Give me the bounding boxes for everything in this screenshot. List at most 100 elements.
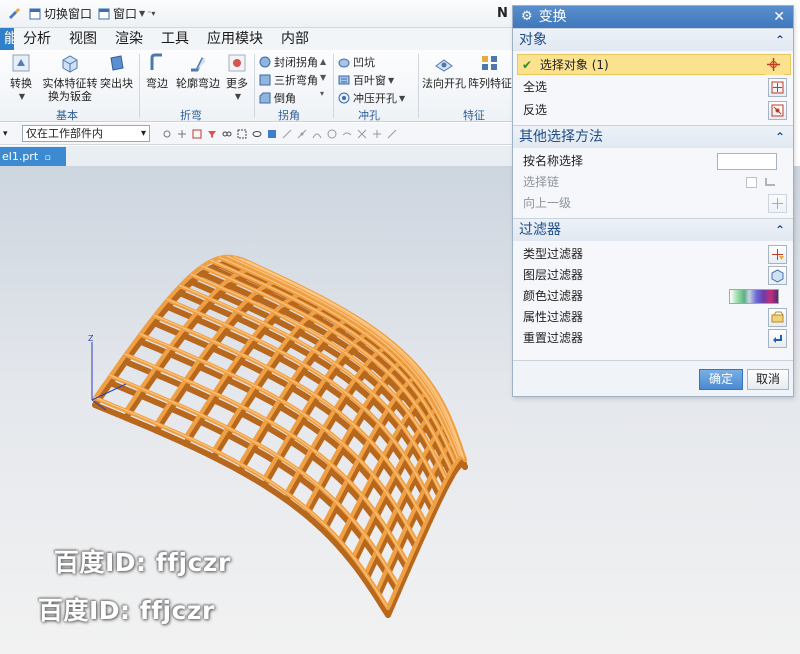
ok-button[interactable]: 确定: [699, 369, 743, 390]
layer-filter-icon[interactable]: [768, 266, 787, 285]
rectangle-select-icon[interactable]: [237, 129, 247, 139]
solid-to-sheetmetal-label-2: 换为钣金: [48, 90, 92, 103]
select-chain-checkbox[interactable]: [746, 177, 757, 188]
normal-cutout-button[interactable]: 法向开孔: [422, 52, 466, 90]
solid-to-sheetmetal-button[interactable]: 实体特征转 换为钣金: [42, 52, 98, 103]
contour-flange-button[interactable]: 轮廓弯边: [176, 52, 220, 90]
attribute-filter-row[interactable]: 属性过滤器: [513, 307, 793, 328]
group-separator: [139, 54, 140, 118]
dialog-title-bar[interactable]: ⚙ 变换 ✕: [513, 6, 793, 28]
select-region-icon[interactable]: [192, 129, 202, 139]
other-methods-header[interactable]: 其他选择方法 ⌃: [513, 126, 793, 148]
solid-body-icon[interactable]: [267, 129, 277, 139]
corner-gallery-scroll[interactable]: ▲ ▼ ▾: [320, 54, 326, 102]
window-menu-label: 窗口: [113, 7, 138, 21]
show-hide-icon[interactable]: [252, 129, 262, 139]
collapse-icon[interactable]: ⌃: [775, 29, 785, 51]
group-feature-label: 特征: [463, 109, 485, 122]
tab-function[interactable]: 能: [0, 28, 14, 50]
transform-dialog: ⚙ 变换 ✕ 对象 ⌃ ✔ 选择对象 (1) 全选 反选 其他选择方法 ⌃ 按名…: [512, 5, 794, 397]
select-all-label: 全选: [523, 80, 548, 94]
more-button[interactable]: 更多 ▼: [226, 52, 248, 103]
emboss-button[interactable]: 突出块: [100, 52, 133, 90]
snap-intersection-icon[interactable]: [357, 129, 367, 139]
quick-access-arrow-icon[interactable]: [8, 7, 23, 20]
title-letter: N: [497, 6, 508, 21]
crosshair-select-icon[interactable]: [765, 56, 784, 75]
window-menu-button[interactable]: 窗口 ▼ ⁼▾: [98, 5, 155, 22]
pattern-feature-button[interactable]: 阵列特征: [468, 52, 512, 90]
document-tab-strip: el1.prt ▫ ×: [0, 146, 512, 184]
tab-analysis[interactable]: 分析: [14, 28, 60, 50]
tab-application[interactable]: 应用模块: [198, 28, 272, 50]
stamp-hole-label: 冲压开孔: [353, 92, 397, 105]
type-filter-icon[interactable]: [768, 245, 787, 264]
type-filter-row[interactable]: 类型过滤器: [513, 244, 793, 265]
tab-tools[interactable]: 工具: [152, 28, 198, 50]
invert-selection-icon[interactable]: [768, 101, 787, 120]
color-filter-swatch[interactable]: [729, 289, 779, 304]
snap-midpoint-icon[interactable]: [297, 129, 307, 139]
select-all-row[interactable]: 全选: [513, 77, 793, 98]
stamp-hole-dropdown-icon[interactable]: ▼: [399, 94, 405, 103]
closed-corner-label: 封闭拐角: [274, 56, 318, 69]
reset-filter-row[interactable]: 重置过滤器: [513, 328, 793, 349]
filters-header[interactable]: 过滤器 ⌃: [513, 219, 793, 241]
filter-icon[interactable]: [207, 129, 217, 139]
snap-existing-icon[interactable]: [387, 129, 397, 139]
convert-button[interactable]: 转换 ▼: [10, 52, 32, 103]
snap-tangent-icon[interactable]: [342, 129, 352, 139]
selection-toolbar: [162, 129, 397, 139]
snap-quadrant-icon[interactable]: [372, 129, 382, 139]
three-bend-corner-button[interactable]: 三折弯角: [259, 72, 318, 88]
invert-selection-row[interactable]: 反选: [513, 100, 793, 121]
select-chain-row: 选择链: [513, 172, 793, 193]
louver-button[interactable]: 百叶窗 ▼: [338, 72, 394, 88]
chain-select-icon[interactable]: [222, 129, 232, 139]
chamfer-button[interactable]: 倒角: [259, 90, 296, 106]
collapse-icon[interactable]: ⌃: [775, 219, 785, 241]
dimple-icon: [338, 58, 350, 68]
snap-endpoint-icon[interactable]: [282, 129, 292, 139]
check-icon: ✔: [522, 58, 533, 72]
gear-icon[interactable]: ⚙: [521, 6, 533, 28]
selection-filter-dropdown-icon[interactable]: ▾: [3, 129, 8, 139]
tab-render[interactable]: 渲染: [106, 28, 152, 50]
dimple-button[interactable]: 凹坑: [338, 54, 375, 70]
collapse-icon[interactable]: ⌃: [775, 126, 785, 148]
select-all-icon[interactable]: [768, 78, 787, 97]
more-icon: [228, 54, 246, 72]
document-tab[interactable]: el1.prt ▫ ×: [0, 147, 66, 184]
stamp-hole-button[interactable]: 冲压开孔 ▼: [338, 90, 405, 106]
chamfer-label: 倒角: [274, 92, 296, 105]
tab-internal[interactable]: 内部: [272, 28, 318, 50]
select-by-name-row: 按名称选择: [513, 151, 793, 172]
reset-filter-icon[interactable]: [768, 329, 787, 348]
object-section-header[interactable]: 对象 ⌃: [513, 29, 793, 51]
close-icon[interactable]: ✕: [773, 6, 785, 28]
flange-button[interactable]: 弯边: [146, 52, 168, 90]
solid-to-sheetmetal-label-1: 实体特征转: [42, 77, 98, 90]
louver-label: 百叶窗: [353, 74, 386, 87]
tab-view[interactable]: 视图: [60, 28, 106, 50]
selection-scope-select[interactable]: 仅在工作部件内: [22, 125, 150, 142]
document-tab-label: el1.prt: [2, 150, 39, 163]
layer-filter-row[interactable]: 图层过滤器: [513, 265, 793, 286]
up-one-level-icon[interactable]: [768, 194, 787, 213]
louver-dropdown-icon[interactable]: ▼: [388, 76, 394, 85]
normal-cutout-icon: [435, 59, 453, 72]
closed-corner-button[interactable]: 封闭拐角: [259, 54, 318, 70]
convert-dropdown-icon[interactable]: ▼: [19, 90, 25, 103]
color-filter-row[interactable]: 颜色过滤器: [513, 286, 793, 307]
select-object-row[interactable]: ✔ 选择对象 (1): [517, 54, 791, 75]
switch-window-button[interactable]: 切换窗口: [29, 5, 92, 22]
attribute-filter-icon[interactable]: [768, 308, 787, 327]
snap-center-icon[interactable]: [327, 129, 337, 139]
snap-point-icon[interactable]: [162, 129, 172, 139]
select-by-name-input[interactable]: [717, 153, 777, 170]
snap-setting-icon[interactable]: [177, 129, 187, 139]
snap-arc-icon[interactable]: [312, 129, 322, 139]
customize-quick-access-icon[interactable]: ⁼▾: [147, 9, 155, 18]
cancel-button[interactable]: 取消: [747, 369, 789, 390]
pin-icon[interactable]: ▫: [45, 153, 51, 163]
